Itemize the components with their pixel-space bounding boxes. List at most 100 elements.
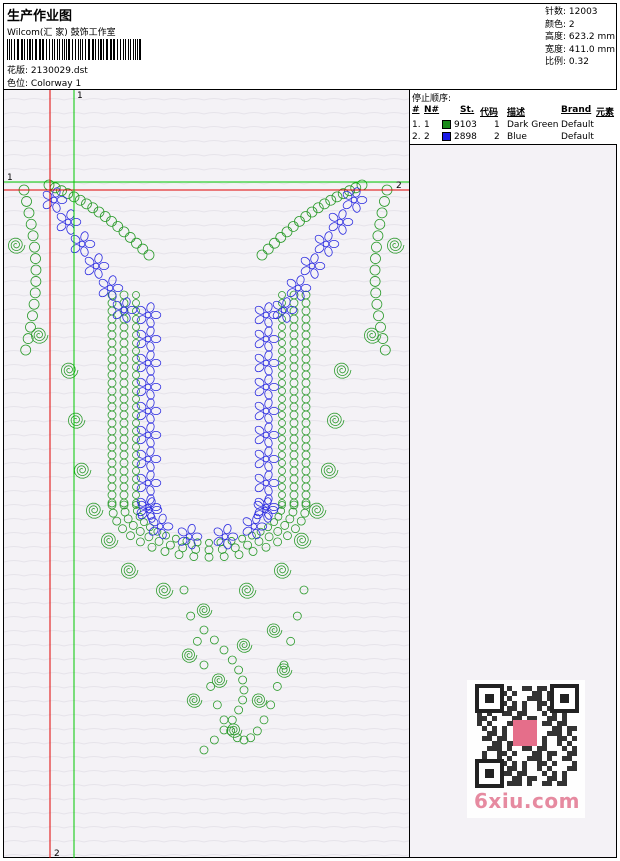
scroll-spiral xyxy=(363,327,382,344)
stitch-loop xyxy=(371,298,383,310)
stitch-loop xyxy=(234,550,244,560)
col-element: 元素 xyxy=(596,108,615,118)
qr-module xyxy=(512,781,517,786)
qr-module xyxy=(527,756,532,761)
stitch-loop xyxy=(219,645,229,655)
stitch-loop xyxy=(238,534,247,543)
col-description: 描述 xyxy=(507,108,526,118)
flower-petal xyxy=(254,473,265,483)
scroll-spiral xyxy=(7,237,26,254)
qr-module xyxy=(567,726,572,731)
qr-module xyxy=(507,746,512,751)
stitch-loop xyxy=(278,363,286,371)
qr-module xyxy=(487,721,492,726)
barcode-bar xyxy=(117,39,118,60)
qr-module xyxy=(512,761,517,766)
fabric-texture xyxy=(3,798,425,801)
stitch-loop xyxy=(132,339,140,347)
fabric-texture xyxy=(3,238,425,241)
qr-module xyxy=(542,701,547,706)
flower-petal xyxy=(254,411,265,421)
scroll-spiral xyxy=(293,532,312,549)
stitch-loop xyxy=(289,330,299,340)
row-code: 2 xyxy=(494,132,500,142)
stitch-loop xyxy=(256,249,268,261)
qr-module xyxy=(497,736,502,741)
stitch-loop xyxy=(107,482,117,492)
qr-module xyxy=(562,736,567,741)
flower-petal xyxy=(98,288,109,298)
stitch-loop xyxy=(119,450,129,460)
flower-petal xyxy=(328,239,340,248)
fabric-texture xyxy=(3,210,425,213)
stitch-loop xyxy=(136,537,145,547)
qr-module xyxy=(492,716,497,721)
qr-module xyxy=(502,731,507,736)
qr-module xyxy=(507,706,512,711)
page-title: 生产作业图 xyxy=(7,9,73,24)
stitch-loop xyxy=(132,483,140,491)
stitch-loop xyxy=(289,322,299,332)
flower-center xyxy=(50,196,58,204)
colorway: 色位: Colorway 1 xyxy=(7,76,81,89)
flower-petal xyxy=(254,387,265,397)
stitch-loop xyxy=(371,241,382,253)
qr-module xyxy=(547,766,552,771)
col-stitch: St. xyxy=(460,105,475,115)
stitch-loop xyxy=(132,331,140,339)
qr-module xyxy=(507,756,512,761)
stitch-loop xyxy=(119,394,129,404)
stitch-loop xyxy=(28,298,40,310)
qr-module xyxy=(557,781,562,786)
flower-petal xyxy=(162,522,174,531)
fabric-texture xyxy=(3,294,425,297)
scroll-spiral xyxy=(155,582,174,599)
design-width: 宽度: 411.0 mm xyxy=(545,44,616,55)
table-row: 2. 2 2898 2 Blue Default xyxy=(410,131,617,143)
fabric-texture xyxy=(3,490,425,493)
qr-module xyxy=(517,711,522,716)
qr-module xyxy=(492,741,497,746)
stitch-loop xyxy=(119,466,129,476)
stitch-loop xyxy=(107,330,117,340)
qr-finder-center xyxy=(560,694,569,703)
stitch-loop xyxy=(301,306,311,316)
barcode-bar xyxy=(59,39,60,60)
qr-module xyxy=(567,751,572,756)
header-panel: 生产作业图 Wilcom(汇 家) 鼓饰工作室 花版: 2130029.dst … xyxy=(4,4,544,90)
flower-petal xyxy=(150,454,162,463)
stitch-loop xyxy=(132,355,140,363)
qr-module xyxy=(477,721,482,726)
stitch-loop xyxy=(278,371,286,379)
stitch-loop xyxy=(278,451,286,459)
fabric-texture xyxy=(3,434,425,437)
qr-module xyxy=(562,721,567,726)
flower-petal xyxy=(254,459,265,469)
qr-module xyxy=(537,746,542,751)
stitch-loop xyxy=(209,635,219,645)
stitch-loop xyxy=(27,310,38,322)
stitch-loop xyxy=(132,299,140,307)
qr-module xyxy=(567,741,572,746)
barcode-bar xyxy=(57,39,58,60)
pattern-value: 2130029.dst xyxy=(30,66,88,76)
stitch-loop xyxy=(370,287,382,299)
stitch-loop xyxy=(264,523,272,532)
qr-module xyxy=(547,716,552,721)
stitch-loop xyxy=(25,321,36,333)
stitch-loop xyxy=(301,354,311,364)
stitch-loop xyxy=(107,442,117,452)
flower-petal xyxy=(342,217,354,226)
stitch-loop xyxy=(256,527,265,536)
qr-module xyxy=(572,736,577,741)
barcode xyxy=(7,39,141,60)
qr-module xyxy=(557,721,562,726)
stitch-loop xyxy=(124,232,136,243)
embroidery-design: 1 2 1 2 xyxy=(3,90,425,859)
stitch-loop xyxy=(119,298,129,308)
stitch-loop xyxy=(143,249,155,261)
qr-module xyxy=(507,721,512,726)
stitch-loop xyxy=(132,379,140,387)
stitch-loop xyxy=(278,355,286,363)
qr-module xyxy=(527,746,532,751)
